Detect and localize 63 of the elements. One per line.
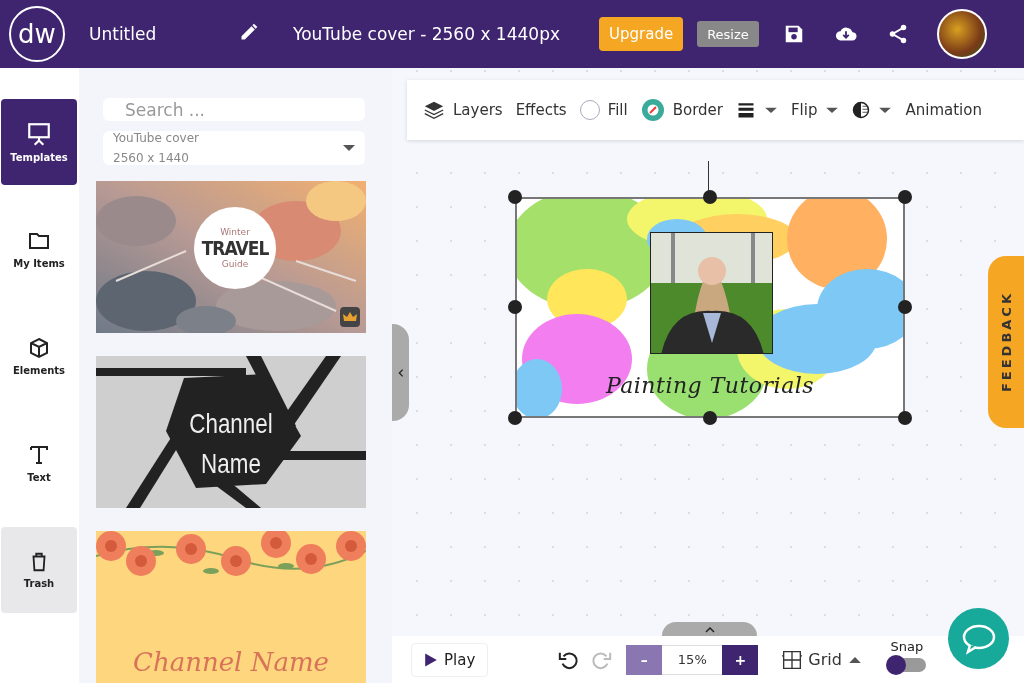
template-text: Winter <box>220 227 250 237</box>
resize-handle[interactable] <box>898 190 912 204</box>
template-title: Name <box>201 447 261 481</box>
resize-handle[interactable] <box>508 190 522 204</box>
layers-button[interactable]: Layers <box>423 99 503 121</box>
resize-handle[interactable] <box>703 411 717 425</box>
sidebar-tab[interactable]: Elements <box>1 313 77 399</box>
grid-icon <box>782 649 803 670</box>
toolbar-button[interactable]: Effects <box>515 101 567 119</box>
resize-button[interactable]: Resize <box>697 21 759 47</box>
caret-icon <box>878 105 893 115</box>
play-icon <box>424 651 438 668</box>
dropdown-detail: 2560 x 1440 <box>113 151 190 165</box>
flip-button[interactable]: Flip <box>790 101 840 119</box>
snap-label: Snap <box>890 639 924 654</box>
sidebar-tab[interactable]: Text <box>1 420 77 506</box>
text-icon <box>27 443 51 467</box>
feedback-tab[interactable]: FEEDBACK <box>988 256 1024 428</box>
template-thumbnail[interactable]: Winter TRAVEL Guide <box>96 181 366 333</box>
opacity-button[interactable] <box>852 101 893 119</box>
resize-handle[interactable] <box>898 300 912 314</box>
rotate-handle[interactable] <box>708 161 709 191</box>
sidebar-tab[interactable]: My Items <box>1 206 77 292</box>
dropdown-value: YouTube cover <box>113 131 200 145</box>
search-field[interactable]: Search ... <box>103 98 365 121</box>
no-color-swatch-icon <box>640 98 665 122</box>
grid-button[interactable]: Grid <box>776 648 868 671</box>
sidebar-tab[interactable]: Templates <box>1 99 77 185</box>
resize-handle[interactable] <box>508 411 522 425</box>
resize-handle[interactable] <box>898 411 912 425</box>
toolbar-button[interactable]: Animation <box>905 101 982 119</box>
fill-button[interactable]: Fill <box>579 100 628 120</box>
size-dropdown[interactable]: YouTube cover 2560 x 1440 <box>103 131 365 165</box>
template-text: Guide <box>221 259 249 269</box>
document-name: Untitled <box>89 24 158 44</box>
resize-handle[interactable] <box>508 300 522 314</box>
avatar[interactable] <box>936 9 987 59</box>
template-title: Channel Name <box>132 647 330 677</box>
chevron-up-icon <box>703 625 716 633</box>
chat-bubble-icon <box>960 622 997 655</box>
template-thumbnail[interactable]: Channel Name <box>96 356 366 508</box>
document-size: YouTube cover - 2560 x 1440px <box>293 24 561 44</box>
collapse-handle[interactable] <box>392 324 409 421</box>
zoom-level: 15% <box>662 644 723 675</box>
layers-icon <box>423 99 445 121</box>
half-circle-icon <box>852 101 871 119</box>
border-button[interactable]: Border <box>640 98 723 122</box>
sidebar-tab[interactable]: Trash <box>1 527 77 613</box>
template-title: TRAVEL <box>201 237 269 259</box>
expand-handle[interactable] <box>662 622 757 636</box>
zoom-out-button[interactable]: – <box>626 644 663 675</box>
snap-toggle[interactable] <box>887 658 926 672</box>
caret-icon <box>343 144 355 152</box>
play-button[interactable]: Play <box>411 642 489 677</box>
template-title: Channel <box>189 407 273 441</box>
logo[interactable]: dw <box>9 6 65 62</box>
caret-icon <box>763 105 778 115</box>
zoom-in-button[interactable]: + <box>722 644 759 675</box>
pencil-icon <box>239 22 259 42</box>
cube-icon <box>27 336 51 360</box>
caret-icon <box>825 105 840 115</box>
resize-handle[interactable] <box>703 190 717 204</box>
presentation-icon <box>26 121 52 147</box>
